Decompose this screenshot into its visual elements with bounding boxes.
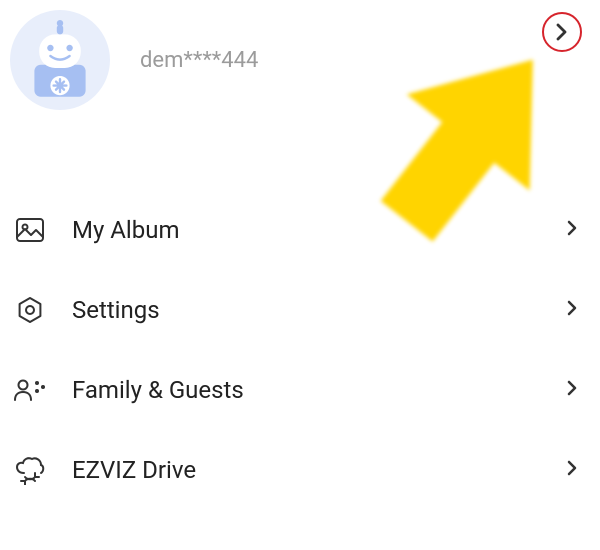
- menu-item-my-album[interactable]: My Album: [0, 190, 600, 270]
- username-text: dem****444: [140, 48, 258, 73]
- cloud-sync-icon: [8, 448, 52, 492]
- menu-item-label: Family & Guests: [72, 376, 566, 404]
- avatar-robot-icon: [20, 20, 100, 100]
- menu-item-label: Settings: [72, 296, 566, 324]
- profile-details-button[interactable]: [542, 12, 582, 52]
- avatar: [10, 10, 110, 110]
- chevron-right-icon: [566, 459, 578, 481]
- chevron-right-icon: [555, 22, 569, 42]
- profile-header[interactable]: dem****444: [0, 0, 600, 130]
- chevron-right-icon: [566, 219, 578, 241]
- photo-icon: [8, 208, 52, 252]
- menu-item-settings[interactable]: Settings: [0, 270, 600, 350]
- menu-item-ezviz-drive[interactable]: EZVIZ Drive: [0, 430, 600, 510]
- settings-menu: My Album Settings Family & Guests: [0, 190, 600, 510]
- people-icon: [8, 368, 52, 412]
- chevron-right-icon: [566, 379, 578, 401]
- menu-item-label: My Album: [72, 216, 566, 244]
- menu-item-label: EZVIZ Drive: [72, 456, 566, 484]
- gear-icon: [8, 288, 52, 332]
- menu-item-family-guests[interactable]: Family & Guests: [0, 350, 600, 430]
- chevron-right-icon: [566, 299, 578, 321]
